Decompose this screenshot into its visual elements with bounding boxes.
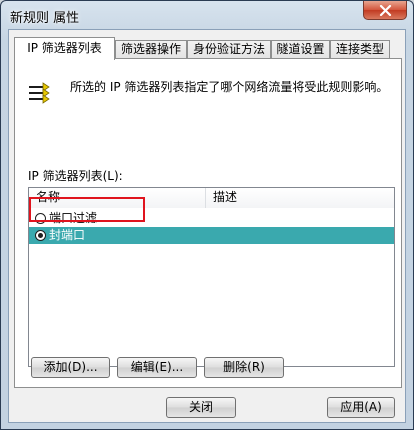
edit-button[interactable]: 编辑(E)... [117,357,197,378]
ip-filter-list-icon [29,82,50,104]
ip-filter-listbox[interactable]: 名称 描述 端口过滤 封端口 [28,187,395,367]
radio-button[interactable] [35,213,46,224]
tab-tunnel-settings[interactable]: 隧道设置 [271,40,330,59]
filter-list-label: IP 筛选器列表(L): [28,169,123,183]
apply-button[interactable]: 应用(A) [327,397,395,418]
tab-strip: IP 筛选器列表 筛选器操作 身份验证方法 隧道设置 连接类型 [14,37,402,60]
delete-button[interactable]: 删除(R) [204,357,284,378]
tab-ip-filter-list[interactable]: IP 筛选器列表 [14,37,115,60]
tab-authentication-methods[interactable]: 身份验证方法 [187,40,271,59]
list-item-selected[interactable]: 封端口 [29,227,394,244]
close-window-button[interactable] [363,1,407,20]
add-button[interactable]: 添加(D)... [31,357,110,378]
list-header: 名称 描述 [29,188,394,208]
list-item-name: 封端口 [49,228,86,242]
close-icon [379,4,391,16]
window-title: 新规则 属性 [10,11,80,26]
tab-panel: 所选的 IP 筛选器列表指定了哪个网络流量将受此规则影响。 IP 筛选器列表(L… [14,58,402,388]
radio-dot-icon [38,233,43,238]
tab-filter-action[interactable]: 筛选器操作 [115,40,187,59]
close-button[interactable]: 关闭 [166,397,236,418]
radio-button-checked[interactable] [35,230,46,241]
list-item-name: 端口过滤 [49,211,98,225]
tab-connection-type[interactable]: 连接类型 [330,40,390,59]
dialog-client-area: IP 筛选器列表 筛选器操作 身份验证方法 隧道设置 连接类型 所选的 IP 筛… [8,29,406,423]
list-item[interactable]: 端口过滤 [29,210,394,227]
title-bar[interactable]: 新规则 属性 [1,1,413,29]
column-header-name[interactable]: 名称 [29,188,206,208]
column-header-description[interactable]: 描述 [206,188,394,208]
properties-dialog: 新规则 属性 IP 筛选器列表 筛选器操作 身份验证方法 隧道设置 连接类型 所 [0,0,414,430]
panel-description: 所选的 IP 筛选器列表指定了哪个网络流量将受此规则影响。 [70,80,389,94]
